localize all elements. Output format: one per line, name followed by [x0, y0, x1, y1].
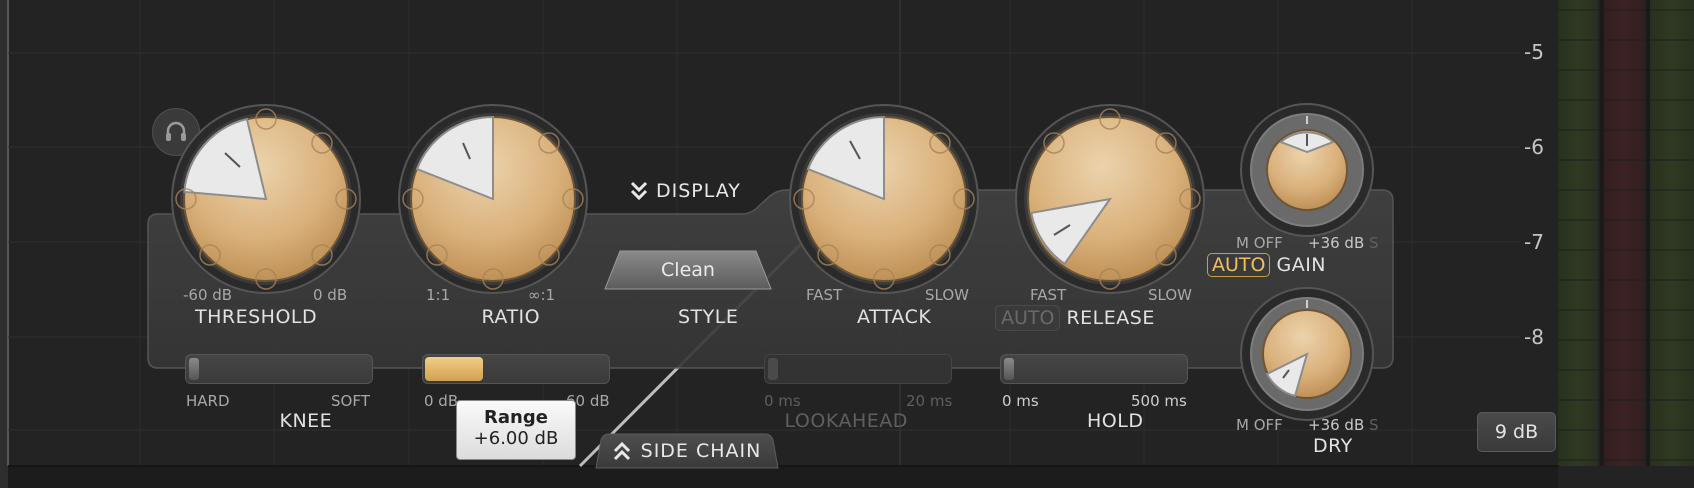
tooltip-value: +6.00 dB: [473, 428, 559, 449]
attack-max-label: SLOW: [925, 286, 969, 304]
knee-label: KNEE: [279, 410, 333, 432]
chevron-double-up-icon: [613, 441, 630, 461]
knee-min-label: HARD: [186, 392, 230, 410]
display-toggle-button[interactable]: DISPLAY: [630, 180, 741, 202]
threshold-min-label: -60 dB: [183, 286, 233, 304]
release-max-label: SLOW: [1148, 286, 1192, 304]
range-min-label: 0 dB: [424, 392, 459, 410]
knee-slider-thumb[interactable]: [189, 358, 199, 380]
knee-slider[interactable]: [185, 354, 373, 384]
range-slider[interactable]: [422, 354, 610, 384]
gain-knob[interactable]: [1239, 102, 1375, 238]
release-min-label: FAST: [1030, 286, 1067, 304]
display-label: DISPLAY: [656, 180, 741, 202]
attack-min-label: FAST: [806, 286, 843, 304]
lookahead-slider[interactable]: [764, 354, 952, 384]
ratio-min-label: 1:1: [426, 286, 451, 304]
hold-max-label: 500 ms: [1131, 392, 1187, 410]
gain-label: GAIN: [1276, 254, 1327, 276]
release-auto-group: AUTO RELEASE: [995, 305, 1155, 331]
attack-label: ATTACK: [857, 306, 932, 328]
dry-knob[interactable]: [1239, 286, 1375, 422]
lookahead-label: LOOKAHEAD: [784, 410, 908, 432]
ratio-knob[interactable]: [397, 103, 589, 295]
release-knob[interactable]: [1014, 103, 1206, 295]
lookahead-max-label: 20 ms: [906, 392, 953, 410]
auto-release-toggle[interactable]: AUTO: [995, 305, 1061, 331]
attack-knob[interactable]: [788, 103, 980, 295]
gain-min-label: M OFF: [1236, 234, 1283, 252]
dry-label: DRY: [1313, 435, 1353, 457]
range-value-tooltip: Range +6.00 dB: [456, 400, 576, 460]
gain-max-label: +36 dB: [1308, 234, 1365, 252]
dry-min-label: M OFF: [1236, 416, 1283, 434]
dry-max-label: +36 dB: [1308, 416, 1365, 434]
style-value: Clean: [661, 259, 715, 281]
gain-side-label: S: [1369, 234, 1379, 252]
gain-auto-group: AUTO GAIN: [1207, 253, 1326, 277]
ratio-max-label: ∞:1: [528, 286, 556, 304]
hold-min-label: 0 ms: [1002, 392, 1039, 410]
ratio-label: RATIO: [481, 306, 541, 328]
style-label: STYLE: [678, 306, 739, 328]
tooltip-title: Range: [484, 407, 548, 428]
range-slider-fill: [425, 357, 483, 381]
chevron-double-down-icon: [630, 181, 648, 201]
lookahead-slider-thumb[interactable]: [768, 358, 778, 380]
hold-slider-thumb[interactable]: [1004, 358, 1014, 380]
threshold-max-label: 0 dB: [313, 286, 348, 304]
lookahead-min-label: 0 ms: [764, 392, 801, 410]
knee-max-label: SOFT: [331, 392, 370, 410]
threshold-knob[interactable]: [170, 103, 362, 295]
side-chain-toggle-button[interactable]: SIDE CHAIN: [595, 433, 779, 469]
meter-range-button[interactable]: 9 dB: [1477, 412, 1556, 452]
threshold-label: THRESHOLD: [195, 306, 318, 328]
side-chain-label: SIDE CHAIN: [640, 440, 762, 462]
hold-slider[interactable]: [1000, 354, 1188, 384]
style-selector-button[interactable]: Clean: [604, 250, 772, 290]
release-label: RELEASE: [1066, 307, 1155, 329]
auto-gain-toggle[interactable]: AUTO: [1207, 253, 1271, 277]
hold-label: HOLD: [1087, 410, 1144, 432]
dry-side-label: S: [1369, 416, 1379, 434]
